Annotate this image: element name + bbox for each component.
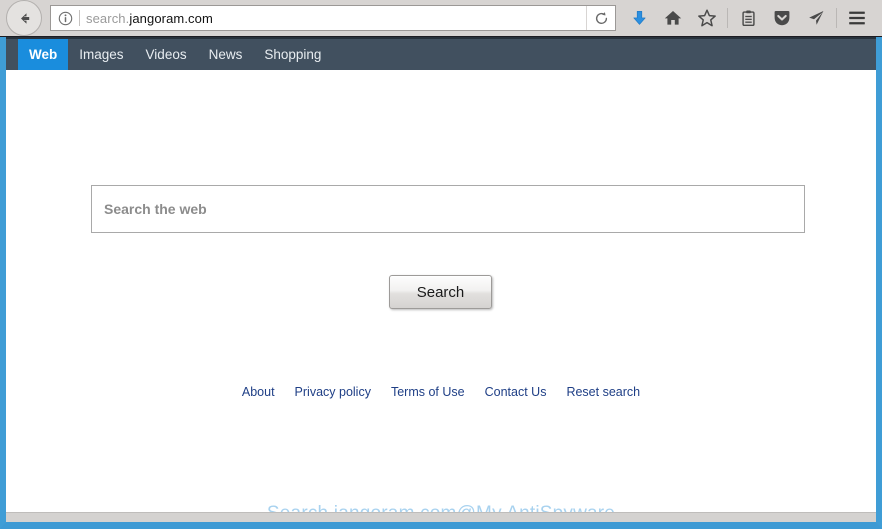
home-icon[interactable] <box>658 3 688 33</box>
star-icon[interactable] <box>692 3 722 33</box>
reload-button[interactable] <box>586 6 615 30</box>
star-bookmark-icon <box>698 9 716 27</box>
hamburger-bars-icon <box>849 11 865 25</box>
page-bottom-strip <box>6 512 876 522</box>
home-house-icon <box>664 11 682 25</box>
download-icon[interactable] <box>624 3 654 33</box>
page-viewport: Web Images Videos News Shopping Search A… <box>0 37 882 529</box>
browser-toolbar: search.jangoram.com <box>0 0 882 37</box>
identity-box[interactable] <box>51 6 79 30</box>
search-box-wrapper <box>91 185 805 233</box>
toolbar-separator <box>727 8 728 28</box>
footer-link-privacy-policy[interactable]: Privacy policy <box>295 385 371 399</box>
back-arrow-icon <box>20 12 29 24</box>
search-button[interactable]: Search <box>389 275 492 309</box>
nav-tab-shopping[interactable]: Shopping <box>253 39 332 70</box>
pocket-shield-icon <box>774 11 790 26</box>
back-button[interactable] <box>6 0 42 36</box>
pocket-icon[interactable] <box>767 3 797 33</box>
url-subdomain: search. <box>86 10 130 26</box>
info-circle-icon <box>58 11 72 25</box>
footer-link-about[interactable]: About <box>242 385 275 399</box>
paper-plane-icon <box>809 11 824 25</box>
hamburger-menu-icon[interactable] <box>842 3 872 33</box>
search-page: Web Images Videos News Shopping Search A… <box>6 37 876 522</box>
nav-tab-web[interactable]: Web <box>18 39 69 70</box>
reload-icon <box>595 11 607 24</box>
download-arrow-icon <box>632 10 646 25</box>
nav-tab-videos[interactable]: Videos <box>135 39 198 70</box>
footer-link-terms-of-use[interactable]: Terms of Use <box>391 385 465 399</box>
footer-link-reset-search[interactable]: Reset search <box>566 385 640 399</box>
nav-tab-images[interactable]: Images <box>68 39 134 70</box>
search-input[interactable] <box>91 185 805 233</box>
url-bar[interactable]: search.jangoram.com <box>50 5 616 31</box>
footer-links: About Privacy policy Terms of Use Contact U… <box>6 385 876 399</box>
url-text[interactable]: search.jangoram.com <box>80 11 586 26</box>
url-host: jangoram.com <box>129 10 213 26</box>
send-icon[interactable] <box>801 3 831 33</box>
browser-window: search.jangoram.com Web Images Videos Ne… <box>0 0 882 529</box>
toolbar-separator-2 <box>836 8 837 28</box>
site-nav-bar: Web Images Videos News Shopping <box>6 37 876 70</box>
footer-link-contact-us[interactable]: Contact Us <box>485 385 547 399</box>
library-icon[interactable] <box>733 3 763 33</box>
nav-tab-news[interactable]: News <box>198 39 254 70</box>
clipboard-list-icon <box>741 10 755 26</box>
